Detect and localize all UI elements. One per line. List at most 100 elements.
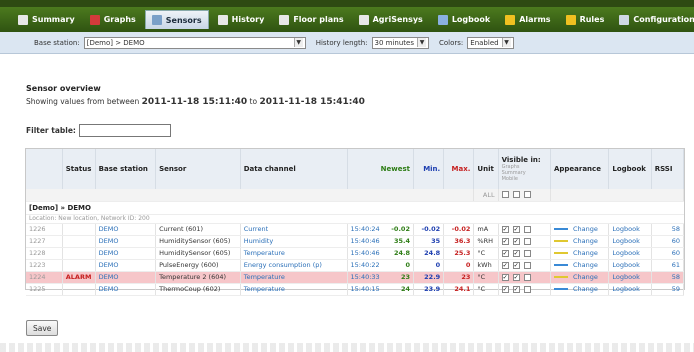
tab-agrisensys[interactable]: AgriSensys	[353, 10, 429, 29]
base-station-link[interactable]: DEMO	[95, 223, 157, 236]
data-channel-link[interactable]: Current	[240, 223, 348, 236]
to-word: to	[249, 97, 258, 106]
history-length-select[interactable]: 30 minutes ▼	[371, 36, 429, 49]
tab-label: Sensors	[165, 15, 202, 25]
data-channel-link[interactable]: Temperature	[240, 247, 348, 260]
visible-graphs-checkbox[interactable]: ✓	[501, 273, 509, 281]
tab-label: Alarms	[519, 15, 551, 24]
col-newest[interactable]: Newest	[347, 149, 414, 189]
data-channel-link[interactable]: Temperature	[240, 271, 348, 284]
data-channel-link[interactable]: Temperature	[240, 283, 348, 296]
main-nav: Summary Graphs Sensors History Floor plans Ag…	[0, 7, 694, 32]
logbook-link[interactable]: Logbook	[608, 271, 652, 284]
newest-time: 15:40:15	[350, 285, 380, 293]
visible-mobile-checkbox[interactable]	[523, 285, 531, 293]
group-location-text: Location: New location, Network ID: 200	[26, 214, 684, 224]
history-length-label: History length:	[315, 38, 368, 47]
date-to: 2011-11-18 15:41:40	[259, 97, 365, 107]
save-button[interactable]: Save	[26, 320, 59, 336]
all-mobile-checkbox[interactable]	[523, 191, 531, 199]
visible-summary-checkbox[interactable]: ✓	[512, 225, 520, 233]
visible-mobile-checkbox[interactable]	[523, 225, 531, 233]
newest-cell: 15:40:46 35.4	[347, 235, 414, 248]
unit: %RH	[473, 235, 499, 248]
logbook-link[interactable]: Logbook	[608, 223, 652, 236]
visible-graphs-checkbox[interactable]: ✓	[501, 285, 509, 293]
table-row: 1223 DEMO PulseEnergy (600) Energy consumpt…	[26, 259, 685, 272]
tab-label: Rules	[579, 15, 605, 24]
base-station-label: Base station:	[34, 38, 80, 47]
visible-mobile-checkbox[interactable]	[523, 273, 531, 281]
col-visible-in: Visible in: Graphs Summary Mobile	[498, 149, 551, 189]
tab-history[interactable]: History	[212, 10, 271, 29]
tab-summary[interactable]: Summary	[12, 10, 81, 29]
visible-mobile-checkbox[interactable]	[523, 237, 531, 245]
all-summary-checkbox[interactable]	[512, 191, 520, 199]
base-station-link[interactable]: DEMO	[95, 271, 157, 284]
data-channel-link[interactable]: Energy consumption (p)	[240, 259, 348, 272]
tab-logbook[interactable]: Logbook	[432, 10, 496, 29]
logbook-link[interactable]: Logbook	[608, 247, 652, 260]
unit: °C	[473, 271, 499, 284]
data-channel-link[interactable]: Humidity	[240, 235, 348, 248]
tab-alarms[interactable]: Alarms	[499, 10, 556, 29]
change-link[interactable]: Change	[573, 249, 598, 257]
col-min[interactable]: Min.	[413, 149, 445, 189]
base-station-link[interactable]: DEMO	[95, 259, 157, 272]
change-link[interactable]: Change	[573, 237, 598, 245]
newest-value: 23	[400, 273, 410, 281]
visible-in-checkboxes: ✓ ✓	[498, 259, 551, 272]
col-sensor[interactable]: Sensor	[155, 149, 241, 189]
col-status[interactable]: Status	[62, 149, 96, 189]
visible-in-checkboxes: ✓ ✓	[498, 247, 551, 260]
logbook-link[interactable]: Logbook	[608, 283, 652, 296]
top-strip	[0, 0, 694, 7]
col-max[interactable]: Max.	[443, 149, 475, 189]
base-station-link[interactable]: DEMO	[95, 235, 157, 248]
change-link[interactable]: Change	[573, 225, 598, 233]
col-base-station[interactable]: Base station	[95, 149, 157, 189]
change-link[interactable]: Change	[573, 273, 598, 281]
tab-rules[interactable]: Rules	[560, 10, 611, 29]
base-station-link[interactable]: DEMO	[95, 247, 157, 260]
visible-mobile-checkbox[interactable]	[523, 261, 531, 269]
tab-graphs[interactable]: Graphs	[84, 10, 142, 29]
history-icon	[217, 14, 228, 25]
base-station-select[interactable]: [Demo] > DEMO ▼	[83, 36, 306, 49]
newest-cell: 15:40:24 -0.02	[347, 223, 414, 236]
logbook-link[interactable]: Logbook	[608, 235, 652, 248]
sensor-name: HumiditySensor (605)	[155, 235, 241, 248]
col-unit[interactable]: Unit	[473, 149, 499, 189]
base-station-link[interactable]: DEMO	[95, 283, 157, 296]
unit: mA	[473, 223, 499, 236]
logbook-link[interactable]: Logbook	[608, 259, 652, 272]
all-label: ALL	[473, 189, 499, 202]
visible-summary-checkbox[interactable]: ✓	[512, 285, 520, 293]
col-data-channel[interactable]: Data channel	[240, 149, 348, 189]
color-swatch	[553, 228, 568, 230]
visible-summary-checkbox[interactable]: ✓	[512, 237, 520, 245]
date-range-text: Showing values from between 2011-11-18 1…	[26, 97, 365, 107]
visible-summary-checkbox[interactable]: ✓	[512, 249, 520, 257]
change-link[interactable]: Change	[573, 261, 598, 269]
col-id	[26, 149, 63, 189]
visible-summary-checkbox[interactable]: ✓	[512, 261, 520, 269]
tab-configuration[interactable]: Configuration	[613, 10, 694, 29]
filter-input[interactable]	[78, 124, 171, 137]
tab-sensors[interactable]: Sensors	[144, 10, 209, 29]
visible-graphs-checkbox[interactable]: ✓	[501, 261, 509, 269]
visible-graphs-checkbox[interactable]: ✓	[501, 237, 509, 245]
visible-mobile-checkbox[interactable]	[523, 249, 531, 257]
max-value: 25.3	[443, 247, 475, 260]
rssi-value: 61	[651, 259, 685, 272]
sensor-name: HumiditySensor (605)	[155, 247, 241, 260]
newest-time: 15:40:46	[350, 237, 380, 245]
visible-graphs-checkbox[interactable]: ✓	[501, 249, 509, 257]
change-link[interactable]: Change	[573, 285, 598, 293]
col-rssi[interactable]: RSSI	[651, 149, 685, 189]
colors-select[interactable]: Enabled ▼	[467, 36, 514, 49]
visible-graphs-checkbox[interactable]: ✓	[501, 225, 509, 233]
visible-summary-checkbox[interactable]: ✓	[512, 273, 520, 281]
tab-floor-plans[interactable]: Floor plans	[273, 10, 349, 29]
all-graphs-checkbox[interactable]	[501, 191, 509, 199]
